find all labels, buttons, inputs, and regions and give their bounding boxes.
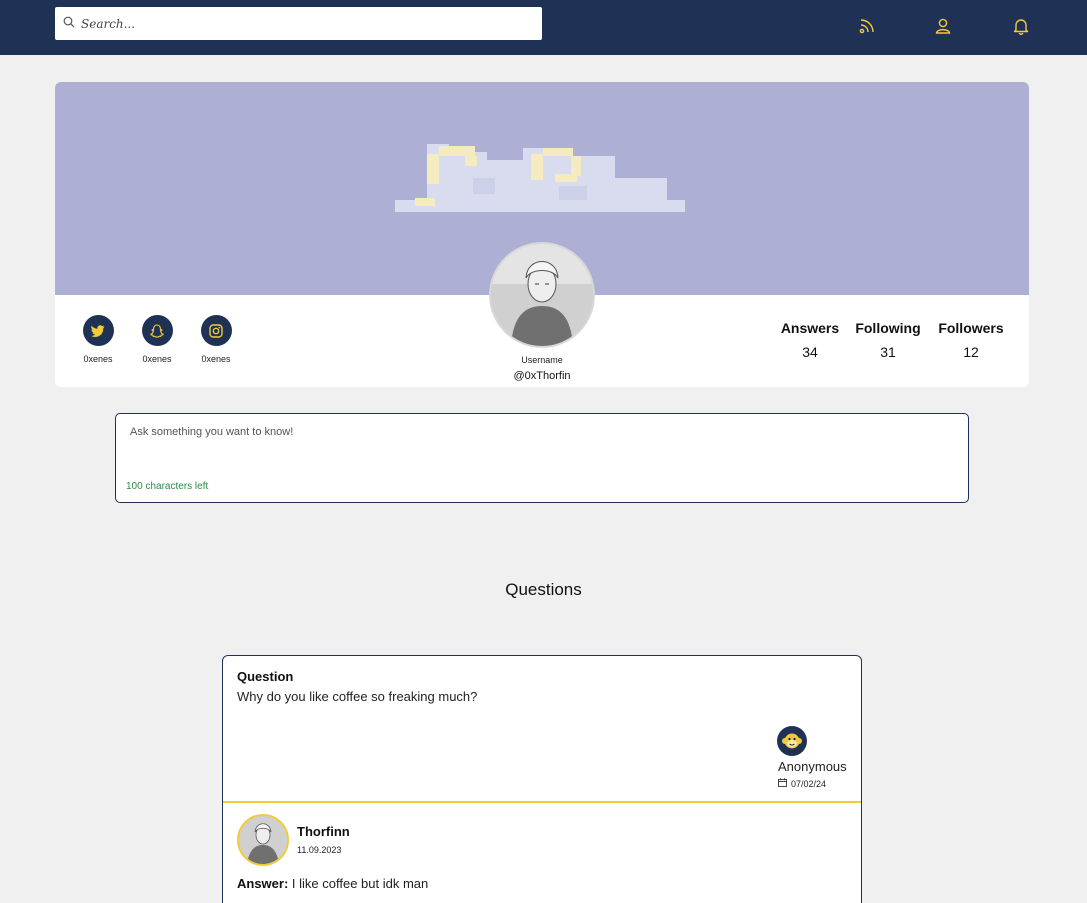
ask-question-input[interactable] [124, 422, 958, 472]
asker-date: 07/02/24 [791, 778, 827, 789]
profile-avatar[interactable] [489, 242, 595, 348]
search-box[interactable] [55, 7, 542, 40]
username-handle: @0xThorfin [513, 370, 571, 382]
chars-left-counter: 100 characters left [126, 481, 209, 492]
questions-heading: Questions [505, 580, 582, 599]
anonymous-avatar [777, 726, 807, 756]
answer-line: Answer: I like coffee but idk man [237, 876, 428, 891]
stat-following-value: 31 [880, 344, 896, 360]
stat-followers-label: Followers [938, 320, 1004, 336]
monkey-icon [782, 733, 802, 749]
answerer-name[interactable]: Thorfinn [297, 824, 350, 839]
stat-answers-label: Answers [780, 320, 840, 336]
search-icon [63, 15, 75, 33]
answer-date: 11.09.2023 [297, 845, 342, 855]
search-input[interactable] [75, 7, 542, 40]
answer-label: Answer: [237, 876, 289, 891]
question-text: Why do you like coffee so freaking much? [237, 689, 478, 704]
instagram-icon[interactable] [200, 315, 232, 346]
top-navbar [0, 0, 1087, 55]
asker-date-row: 07/02/24 [778, 778, 826, 789]
stat-followers-value: 12 [963, 344, 979, 360]
snapchat-icon[interactable] [141, 315, 173, 346]
stat-following-label: Following [855, 320, 921, 336]
user-icon[interactable] [933, 16, 953, 36]
stat-followers[interactable]: Followers 12 [934, 320, 1008, 360]
asker-name: Anonymous [778, 759, 847, 774]
profile-card: 0xenes 0xenes 0xenes Username @0xThorfin… [55, 82, 1029, 387]
ask-question-box: 100 characters left [115, 413, 969, 503]
question-card: Question Why do you like coffee so freak… [222, 655, 862, 903]
calendar-icon [778, 778, 787, 789]
question-heading: Question [237, 669, 294, 684]
stat-answers[interactable]: Answers 34 [777, 320, 843, 360]
answerer-avatar[interactable] [237, 814, 289, 866]
rss-feed-icon[interactable] [857, 16, 877, 36]
question-answer-divider [223, 801, 861, 803]
twitter-icon[interactable] [82, 315, 114, 346]
stat-following[interactable]: Following 31 [852, 320, 924, 360]
bell-icon[interactable] [1011, 16, 1031, 36]
answer-text: I like coffee but idk man [291, 876, 429, 891]
stat-answers-value: 34 [802, 344, 818, 360]
